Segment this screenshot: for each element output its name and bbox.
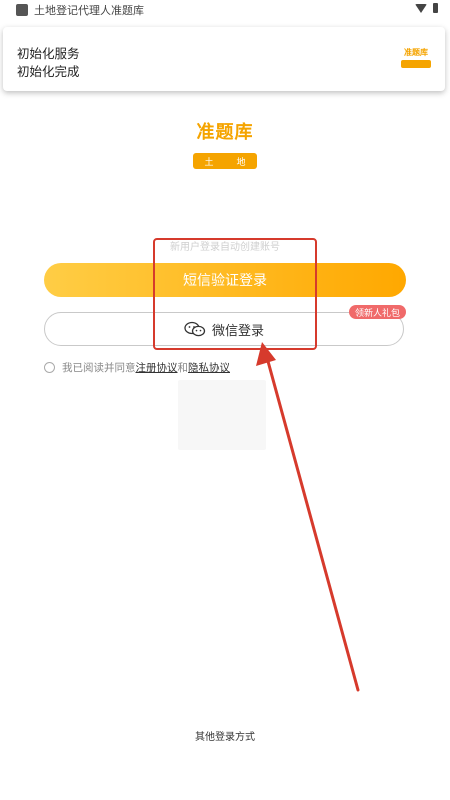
agreement-radio-icon[interactable] xyxy=(44,362,55,373)
app-logo-title: 准题库 xyxy=(196,122,254,143)
privacy-link[interactable]: 隐私协议 xyxy=(188,360,230,375)
status-bar: 土地登记代理人准题库 xyxy=(0,0,450,20)
terms-link[interactable]: 注册协议 xyxy=(136,360,178,375)
wifi-icon xyxy=(415,3,427,13)
ribbon-text-left: 土 xyxy=(204,157,214,168)
notification-line-2: 初始化完成 xyxy=(17,64,80,79)
other-login-methods-link[interactable]: 其他登录方式 xyxy=(0,728,450,743)
status-icons xyxy=(415,3,438,13)
notification-line-1: 初始化服务 xyxy=(17,46,80,61)
ribbon-text-right: 地 xyxy=(236,157,246,168)
wechat-login-label: 微信登录 xyxy=(211,323,264,339)
faint-overlay-box xyxy=(178,380,266,450)
wechat-icon xyxy=(184,321,206,337)
agreement-row: 我已阅读并同意 注册协议 和 隐私协议 xyxy=(44,360,230,375)
notification-logo-ribbon xyxy=(401,60,431,68)
battery-icon xyxy=(433,3,438,13)
notification-logo-text: 准题库 xyxy=(404,48,428,57)
app-icon xyxy=(16,4,28,16)
new-user-hint: 新用户登录自动创建账号 xyxy=(170,242,280,253)
agreement-prefix: 我已阅读并同意 xyxy=(62,362,136,374)
agreement-and: 和 xyxy=(177,362,189,374)
notification-logo-icon: 准题库 xyxy=(399,47,433,73)
wechat-login-button[interactable]: 微信登录 xyxy=(44,312,404,346)
new-user-gift-badge[interactable]: 领新人礼包 xyxy=(349,305,407,319)
app-logo-ribbon: 土 地 xyxy=(193,153,257,169)
notification-card[interactable]: 初始化服务 初始化完成 准题库 xyxy=(3,27,445,91)
status-bar-title: 土地登记代理人准题库 xyxy=(34,4,144,17)
sms-login-button[interactable]: 短信验证登录 xyxy=(44,263,406,297)
